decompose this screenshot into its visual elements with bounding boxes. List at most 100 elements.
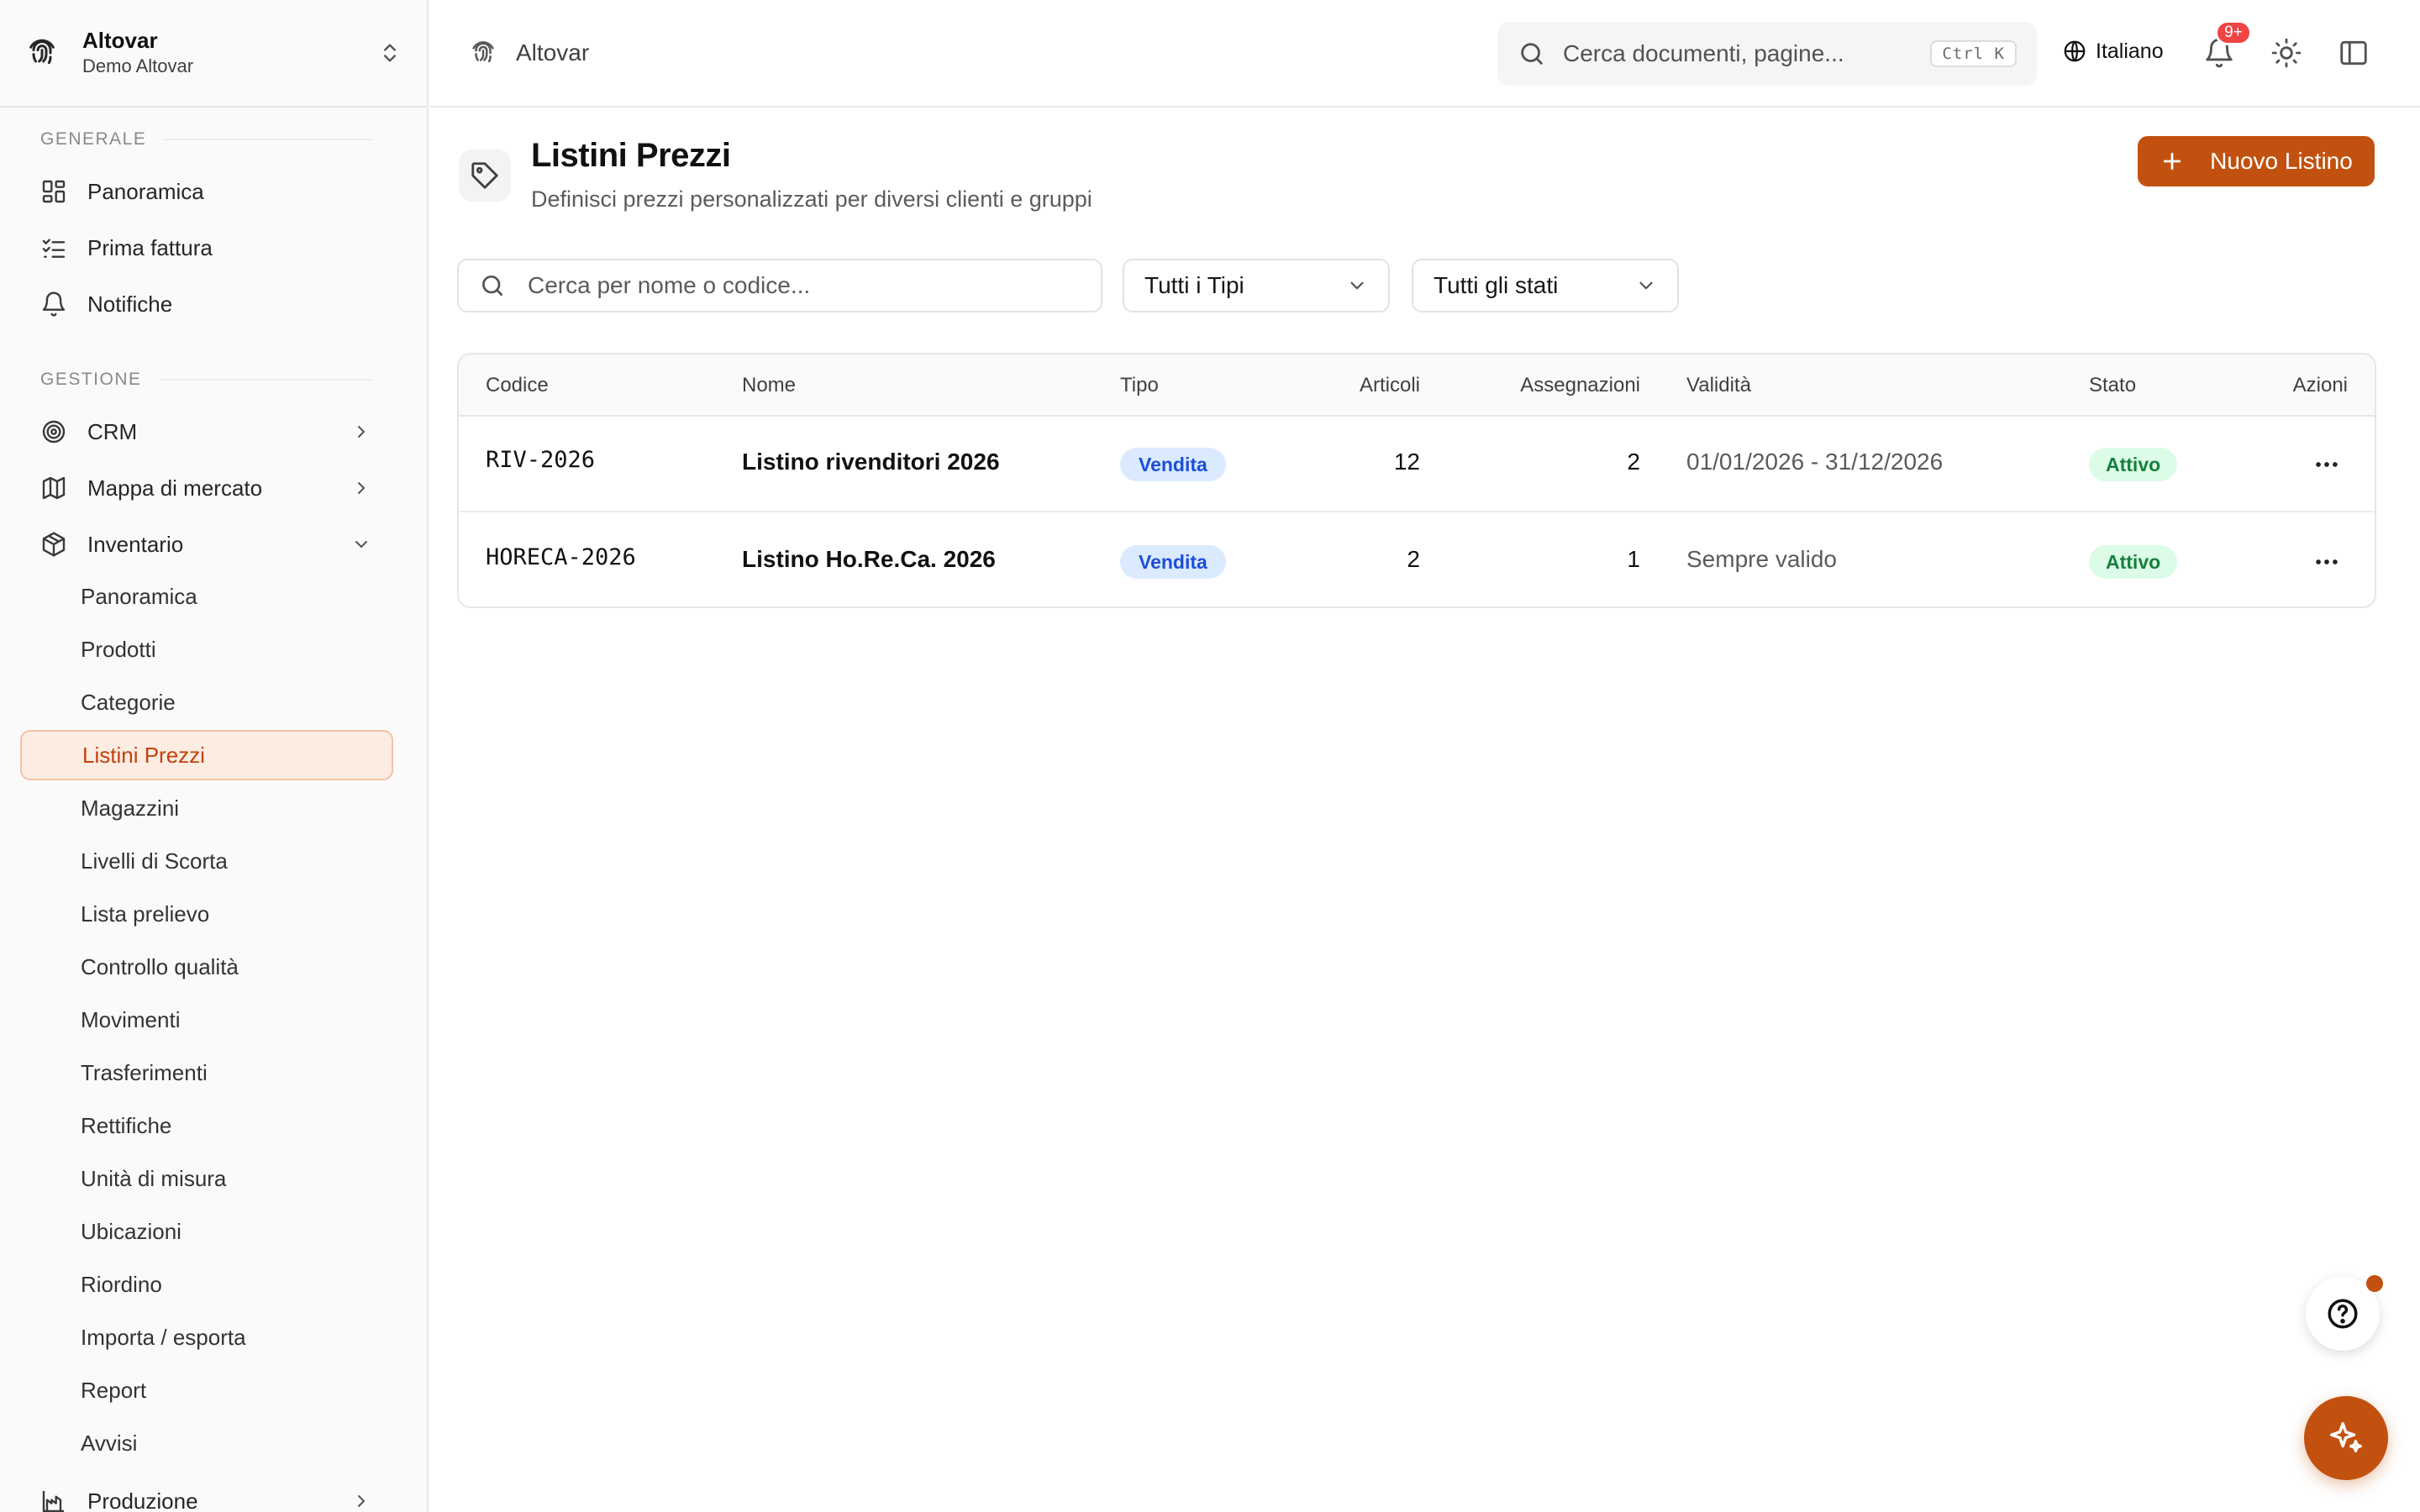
status-badge: Attivo bbox=[2089, 448, 2178, 481]
sidebar-item-label: Prima fattura bbox=[87, 234, 213, 260]
package-icon bbox=[42, 532, 66, 557]
help-indicator-dot bbox=[2366, 1275, 2383, 1292]
breadcrumb[interactable]: Altovar bbox=[469, 39, 589, 67]
checklist-icon bbox=[42, 239, 66, 258]
sidebar-subitem-transfers[interactable]: Trasferimenti bbox=[20, 1047, 393, 1098]
row-items-count: 12 bbox=[1393, 449, 1420, 475]
row-validity: 01/01/2026 - 31/12/2026 bbox=[1686, 449, 1944, 475]
sidebar-subitem-quality-control[interactable]: Controllo qualità bbox=[20, 942, 393, 992]
page-icon bbox=[459, 150, 511, 202]
column-header-actions: Azioni bbox=[2292, 374, 2348, 396]
global-search-input[interactable]: Cerca documenti, pagine... Ctrl K bbox=[1497, 22, 2037, 86]
sidebar-subitem-reorder[interactable]: Riordino bbox=[20, 1259, 393, 1310]
language-label: Italiano bbox=[2096, 39, 2164, 63]
table-row[interactable]: HORECA-2026 Listino Ho.Re.Ca. 2026 Vendi… bbox=[459, 514, 2375, 606]
more-actions-icon[interactable] bbox=[2312, 548, 2341, 576]
column-header-assignments[interactable]: Assegnazioni bbox=[1520, 374, 1640, 397]
sidebar-subitem-products[interactable]: Prodotti bbox=[20, 624, 393, 675]
sidebar-subitem-alerts[interactable]: Avvisi bbox=[20, 1418, 393, 1468]
column-header-name[interactable]: Nome bbox=[742, 374, 796, 397]
search-placeholder: Cerca per nome o codice... bbox=[528, 272, 811, 298]
sidebar-subitem-pick-list[interactable]: Lista prelievo bbox=[20, 889, 393, 939]
language-selector[interactable]: Italiano bbox=[2062, 39, 2164, 64]
type-filter-value: Tutti i Tipi bbox=[1144, 272, 1244, 298]
sidebar-subitem-categories[interactable]: Categorie bbox=[20, 677, 393, 727]
fingerprint-icon bbox=[472, 41, 494, 63]
map-icon bbox=[42, 476, 66, 500]
column-header-items[interactable]: Articoli bbox=[1360, 374, 1420, 397]
table-header: Codice Nome Tipo Articoli Assegnazioni V… bbox=[459, 354, 2375, 417]
org-subtitle: Demo Altovar bbox=[82, 55, 194, 76]
table-row[interactable]: RIV-2026 Listino rivenditori 2026 Vendit… bbox=[459, 417, 2375, 512]
row-code: HORECA-2026 bbox=[486, 544, 636, 570]
column-header-code[interactable]: Codice bbox=[486, 374, 549, 397]
sidebar-subitem-locations[interactable]: Ubicazioni bbox=[20, 1206, 393, 1257]
help-circle-icon bbox=[2328, 1299, 2358, 1329]
sidebar-item-inventory[interactable]: Inventario bbox=[20, 518, 393, 570]
row-assignments-count: 2 bbox=[1627, 449, 1640, 475]
sidebar-subitem-price-lists[interactable]: Listini Prezzi bbox=[20, 730, 393, 780]
sidebar-item-crm[interactable]: CRM bbox=[20, 406, 393, 458]
chevron-right-icon bbox=[358, 426, 365, 438]
type-badge: Vendita bbox=[1120, 448, 1226, 481]
sidebar-subitem-warehouses[interactable]: Magazzini bbox=[20, 783, 393, 833]
type-badge: Vendita bbox=[1120, 545, 1226, 579]
sidebar-item-label: Inventario bbox=[87, 531, 184, 557]
global-search-placeholder: Cerca documenti, pagine... bbox=[1563, 40, 1844, 66]
sidebar-subitem-stock-levels[interactable]: Livelli di Scorta bbox=[20, 836, 393, 886]
tag-icon bbox=[471, 162, 498, 189]
type-filter-select[interactable]: Tutti i Tipi bbox=[1123, 259, 1390, 312]
target-icon bbox=[42, 420, 66, 444]
sidebar-item-label: Produzione bbox=[87, 1488, 198, 1512]
chevrons-up-down-icon[interactable] bbox=[378, 41, 402, 65]
new-price-list-label: Nuovo Listino bbox=[2210, 148, 2353, 174]
sidebar-item-production[interactable]: Produzione bbox=[20, 1475, 393, 1512]
sidebar-item-market-map[interactable]: Mappa di mercato bbox=[20, 462, 393, 514]
price-list-search-input[interactable]: Cerca per nome o codice... bbox=[457, 259, 1102, 312]
column-header-status[interactable]: Stato bbox=[2089, 374, 2136, 397]
org-switcher[interactable]: Altovar Demo Altovar bbox=[0, 0, 427, 108]
sidebar-subitem-inventory-overview[interactable]: Panoramica bbox=[20, 571, 393, 622]
search-shortcut-hint: Ctrl K bbox=[1930, 40, 2017, 67]
top-bar: Altovar Cerca documenti, pagine... Ctrl … bbox=[430, 0, 2420, 108]
sidebar-item-notifications[interactable]: Notifiche bbox=[20, 278, 393, 330]
help-button[interactable] bbox=[2306, 1275, 2383, 1351]
price-lists-table: Codice Nome Tipo Articoli Assegnazioni V… bbox=[457, 353, 2376, 608]
sidebar-item-label: Notifiche bbox=[87, 291, 173, 317]
status-filter-value: Tutti gli stati bbox=[1434, 272, 1559, 298]
row-code: RIV-2026 bbox=[486, 447, 596, 473]
sidebar-item-first-invoice[interactable]: Prima fattura bbox=[20, 222, 393, 274]
sidebar-subitem-adjustments[interactable]: Rettifiche bbox=[20, 1100, 393, 1151]
dashboard-grid-icon bbox=[42, 180, 66, 203]
row-name[interactable]: Listino rivenditori 2026 bbox=[742, 449, 1000, 475]
ai-assistant-button[interactable] bbox=[2304, 1396, 2388, 1480]
status-filter-select[interactable]: Tutti gli stati bbox=[1412, 259, 1679, 312]
new-price-list-button[interactable]: Nuovo Listino bbox=[2138, 136, 2375, 186]
sidebar-subitem-units[interactable]: Unità di misura bbox=[20, 1153, 393, 1204]
sidebar-toggle-icon[interactable] bbox=[2338, 37, 2370, 69]
factory-chart-icon bbox=[42, 1491, 64, 1512]
chevron-right-icon bbox=[358, 482, 365, 494]
sidebar-item-label: CRM bbox=[87, 418, 138, 444]
globe-icon bbox=[2064, 40, 2086, 62]
row-assignments-count: 1 bbox=[1627, 546, 1640, 572]
section-label-management: GESTIONE bbox=[40, 370, 373, 390]
sidebar-subitem-import-export[interactable]: Importa / esporta bbox=[20, 1312, 393, 1362]
sun-icon[interactable] bbox=[2270, 37, 2302, 69]
row-name[interactable]: Listino Ho.Re.Ca. 2026 bbox=[742, 546, 996, 573]
status-badge: Attivo bbox=[2089, 545, 2178, 579]
chevron-down-icon bbox=[1350, 281, 1364, 290]
sidebar-subitem-report[interactable]: Report bbox=[20, 1365, 393, 1415]
sidebar-subitem-movements[interactable]: Movimenti bbox=[20, 995, 393, 1045]
column-header-validity[interactable]: Validità bbox=[1686, 374, 1751, 397]
chevron-down-icon bbox=[355, 541, 367, 548]
sparkles-icon bbox=[2330, 1422, 2362, 1453]
sidebar-item-label: Panoramica bbox=[87, 178, 204, 204]
chevron-down-icon bbox=[1639, 281, 1653, 290]
column-header-type[interactable]: Tipo bbox=[1120, 374, 1159, 397]
sidebar: Altovar Demo Altovar GENERALE Panoramica… bbox=[0, 0, 429, 1512]
plus-icon bbox=[2164, 152, 2181, 171]
more-actions-icon[interactable] bbox=[2312, 450, 2341, 479]
search-icon bbox=[1521, 43, 1543, 65]
sidebar-item-overview[interactable]: Panoramica bbox=[20, 165, 393, 218]
